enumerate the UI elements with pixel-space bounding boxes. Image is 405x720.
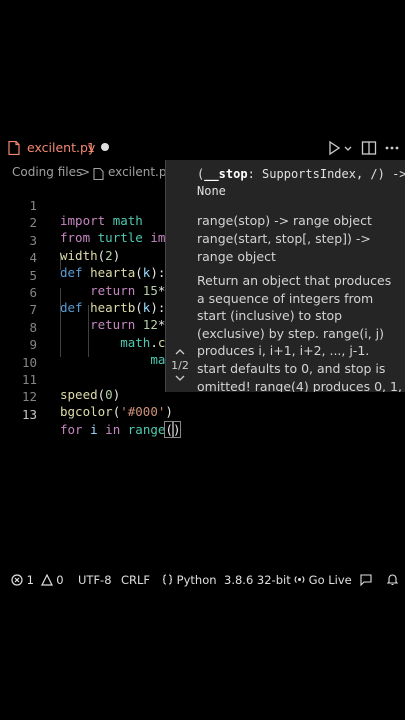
feedback-icon[interactable] <box>360 574 373 586</box>
encoding-indicator[interactable]: UTF-8 <box>78 573 112 587</box>
unsaved-dot-icon[interactable] <box>101 143 109 151</box>
overload-navigator: 1/2 <box>166 346 194 385</box>
broadcast-icon <box>294 576 305 583</box>
file-icon <box>93 168 104 180</box>
overload-2: range(start, stop[, step]) -> range obje… <box>197 231 371 264</box>
hover-description: Return an object that produces a sequenc… <box>197 273 402 392</box>
signature-text: (__stop: SupportsIndex, /) -> None <box>197 167 405 198</box>
split-editor-icon[interactable] <box>361 140 377 156</box>
language-mode[interactable]: Python <box>162 573 217 587</box>
tab-bar: excilent.py 1 <box>0 135 405 161</box>
breadcrumb-file[interactable]: excilent.py <box>108 165 174 179</box>
active-parameter: __stop <box>204 167 248 181</box>
file-icon <box>8 141 20 155</box>
overload-1: range(stop) -> range object <box>197 213 372 228</box>
notifications-bell-icon[interactable] <box>386 573 399 586</box>
code-text: for i in range() <box>60 420 182 438</box>
chevron-down-icon[interactable] <box>174 374 186 382</box>
eol-indicator[interactable]: CRLF <box>121 573 150 587</box>
error-icon <box>11 574 23 586</box>
problems-indicator[interactable]: 1 0 <box>11 573 64 587</box>
tab-filename: excilent.py <box>27 140 96 155</box>
breadcrumb-separator: > <box>80 165 91 179</box>
interpreter-indicator[interactable]: 3.8.6 32-bit <box>224 573 291 587</box>
chevron-down-icon[interactable] <box>343 140 353 156</box>
warning-icon <box>40 573 53 586</box>
braces-icon <box>162 574 173 585</box>
signature-help-popup[interactable]: 1/2 (__stop: SupportsIndex, /) -> None r… <box>165 160 405 392</box>
more-actions-icon[interactable] <box>384 140 400 156</box>
breadcrumb-folder[interactable]: Coding files <box>12 165 82 179</box>
status-bar: 1 0 UTF-8 CRLF Python 3.8.6 32-bit Go Li… <box>0 569 405 591</box>
code-line-current: 13 for i in range() <box>21 406 182 438</box>
tab-error-count: 1 <box>87 140 95 155</box>
chevron-up-icon[interactable] <box>174 348 186 356</box>
go-live-button[interactable]: Go Live <box>294 573 352 587</box>
overload-counter: 1/2 <box>171 359 189 372</box>
run-icon[interactable] <box>326 140 342 156</box>
